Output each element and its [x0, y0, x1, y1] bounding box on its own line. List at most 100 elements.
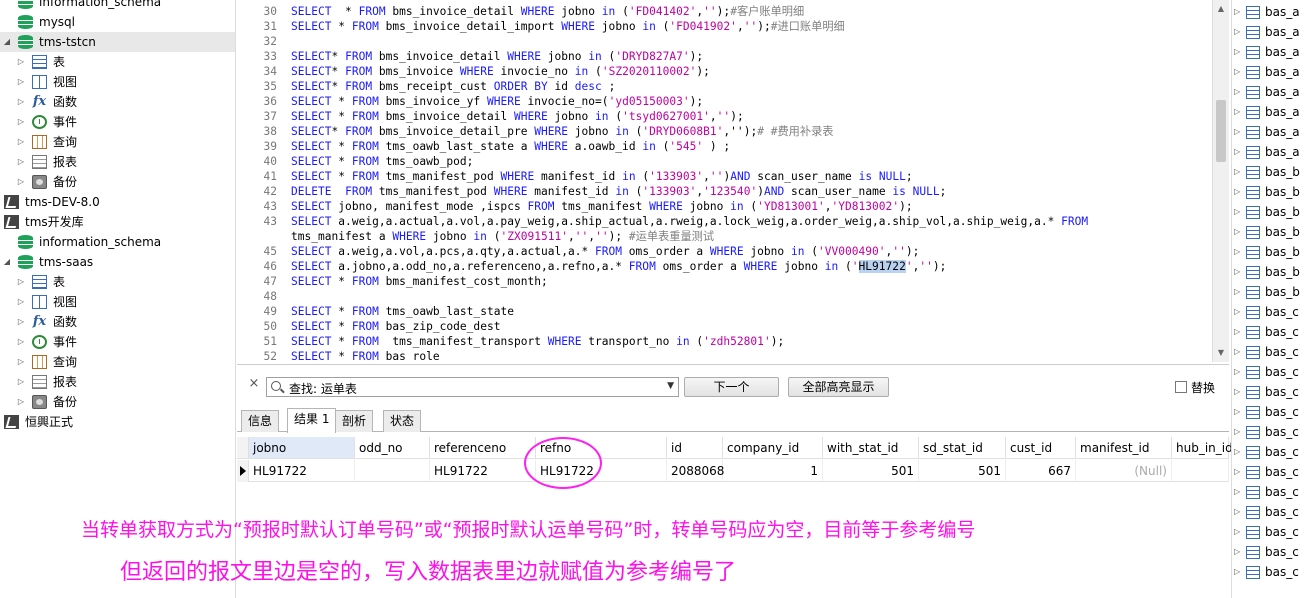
table-list-item[interactable]: ▷ bas_c	[1232, 462, 1305, 482]
table-list-item[interactable]: ▷ bas_a	[1232, 62, 1305, 82]
collapse-arrow-icon[interactable]: ▷	[16, 112, 26, 132]
grid-cell[interactable]: 2088068	[667, 460, 724, 482]
grid-cell[interactable]: 501	[919, 460, 1006, 482]
tree-item[interactable]: ◢ tms-saas	[0, 252, 235, 272]
collapse-arrow-icon[interactable]: ▷	[16, 312, 26, 332]
table-list-item[interactable]: ▷ bas_a	[1232, 122, 1305, 142]
table-list-item[interactable]: ▷ bas_c	[1232, 522, 1305, 542]
table-list-item[interactable]: ▷ bas_b	[1232, 262, 1305, 282]
collapse-arrow-icon[interactable]: ▷	[1234, 202, 1240, 222]
collapse-arrow-icon[interactable]: ▷	[16, 292, 26, 312]
collapse-arrow-icon[interactable]: ▷	[1234, 562, 1240, 582]
collapse-arrow-icon[interactable]: ▷	[1234, 242, 1240, 262]
column-header[interactable]: hub_in_id	[1172, 437, 1233, 459]
tree-item[interactable]: ▷ 备份	[0, 172, 235, 192]
code-line[interactable]: SELECT* FROM bms_receipt_cust ORDER BY i…	[291, 79, 615, 94]
tree-item[interactable]: ▷ fx 函数	[0, 92, 235, 112]
collapse-arrow-icon[interactable]: ▷	[1234, 162, 1240, 182]
tree-item[interactable]: ▷ 视图	[0, 72, 235, 92]
table-list-item[interactable]: ▷ bas_a	[1232, 22, 1305, 42]
collapse-arrow-icon[interactable]: ▷	[1234, 62, 1240, 82]
table-list-item[interactable]: ▷ bas_c	[1232, 442, 1305, 462]
table-list-item[interactable]: ▷ bas_c	[1232, 402, 1305, 422]
collapse-arrow-icon[interactable]: ▷	[16, 172, 26, 192]
table-list-item[interactable]: ▷ bas_c	[1232, 302, 1305, 322]
grid-cell[interactable]	[355, 460, 430, 482]
tree-item[interactable]: ▷ 报表	[0, 372, 235, 392]
collapse-arrow-icon[interactable]: ▷	[16, 332, 26, 352]
grid-cell[interactable]: HL91722	[430, 460, 536, 482]
scroll-down-icon[interactable]: ▼	[1216, 348, 1226, 358]
collapse-arrow-icon[interactable]: ▷	[1234, 282, 1240, 302]
code-line[interactable]: SELECT * FROM tms_oawb_pod;	[291, 154, 473, 169]
code-line[interactable]: SELECT * FROM bms_invoice_yf WHERE invoc…	[291, 94, 703, 109]
code-line[interactable]: SELECT a.jobno,a.odd_no,a.referenceno,a.…	[291, 259, 946, 274]
collapse-arrow-icon[interactable]: ▷	[16, 52, 26, 72]
tree-item[interactable]: ▷ fx 函数	[0, 312, 235, 332]
table-list-item[interactable]: ▷ bas_c	[1232, 542, 1305, 562]
column-header[interactable]: refno	[536, 437, 667, 459]
code-line[interactable]: DELETE FROM tms_manifest_pod WHERE manif…	[291, 184, 946, 199]
code-line[interactable]: SELECT * FROM tms_manifest_transport WHE…	[291, 334, 784, 349]
table-list-item[interactable]: ▷ bas_b	[1232, 242, 1305, 262]
collapse-arrow-icon[interactable]: ▷	[1234, 102, 1240, 122]
column-header[interactable]: sd_stat_id	[919, 437, 1006, 459]
tree-item[interactable]: ◢ tms-tstcn	[0, 32, 235, 52]
tree-item[interactable]: ▷ 备份	[0, 392, 235, 412]
tree-item[interactable]: ▷ 查询	[0, 352, 235, 372]
code-line[interactable]: SELECT jobno, manifest_mode ,ispcs FROM …	[291, 199, 913, 214]
table-list-item[interactable]: ▷ bas_a	[1232, 42, 1305, 62]
collapse-arrow-icon[interactable]: ▷	[1234, 342, 1240, 362]
tree-item[interactable]: tms开发库	[0, 212, 235, 232]
collapse-arrow-icon[interactable]: ▷	[16, 132, 26, 152]
code-line[interactable]: SELECT * FROM bms_manifest_cost_month;	[291, 274, 548, 289]
collapse-arrow-icon[interactable]: ▷	[16, 372, 26, 392]
code-line[interactable]: SELECT * FROM bms_invoice_detail WHERE j…	[291, 4, 804, 19]
table-list-item[interactable]: ▷ bas_c	[1232, 422, 1305, 442]
grid-cell[interactable]: 667	[1006, 460, 1076, 482]
code-area[interactable]: SELECT * FROM bms_invoice_detail WHERE j…	[291, 0, 1211, 362]
column-header[interactable]: manifest_id	[1076, 437, 1172, 459]
grid-cell[interactable]: 1	[723, 460, 823, 482]
column-header[interactable]: jobno	[249, 437, 355, 459]
replace-checkbox[interactable]	[1175, 381, 1187, 393]
scroll-up-icon[interactable]: ▲	[1216, 4, 1226, 14]
tree-item[interactable]: ▷ 事件	[0, 112, 235, 132]
tree-item[interactable]: information_schema	[0, 232, 235, 252]
tree-item[interactable]: 恒興正式	[0, 412, 235, 432]
expand-arrow-icon[interactable]: ◢	[2, 252, 12, 272]
tab-1[interactable]: 结果 1	[287, 408, 337, 433]
collapse-arrow-icon[interactable]: ▷	[1234, 442, 1240, 462]
column-header[interactable]: company_id	[723, 437, 823, 459]
grid-cell[interactable]: HL91722	[536, 460, 667, 482]
collapse-arrow-icon[interactable]: ▷	[1234, 362, 1240, 382]
table-list-item[interactable]: ▷ bas_c	[1232, 362, 1305, 382]
collapse-arrow-icon[interactable]: ▷	[16, 272, 26, 292]
table-list-item[interactable]: ▷ bas_a	[1232, 2, 1305, 22]
collapse-arrow-icon[interactable]: ▷	[1234, 422, 1240, 442]
column-header[interactable]: referenceno	[430, 437, 536, 459]
collapse-arrow-icon[interactable]: ▷	[1234, 402, 1240, 422]
collapse-arrow-icon[interactable]: ▷	[1234, 222, 1240, 242]
code-line[interactable]: SELECT * FROM tms_oawb_last_state	[291, 304, 514, 319]
tree-item[interactable]: mysql	[0, 12, 235, 32]
tree-item[interactable]: ▷ 表	[0, 52, 235, 72]
table-list-item[interactable]: ▷ bas_a	[1232, 142, 1305, 162]
collapse-arrow-icon[interactable]: ▷	[1234, 522, 1240, 542]
table-list-item[interactable]: ▷ bas_b	[1232, 182, 1305, 202]
code-line[interactable]: SELECT a.weig,a.actual,a.vol,a.pay_weig,…	[291, 214, 1088, 229]
collapse-arrow-icon[interactable]: ▷	[1234, 322, 1240, 342]
table-list-item[interactable]: ▷ bas_b	[1232, 162, 1305, 182]
code-line[interactable]: SELECT * FROM bms_invoice_detail WHERE j…	[291, 109, 744, 124]
tree-item[interactable]: tms-DEV-8.0	[0, 192, 235, 212]
grid-cell[interactable]	[1172, 460, 1229, 482]
collapse-arrow-icon[interactable]: ▷	[1234, 182, 1240, 202]
grid-cell[interactable]: HL91722	[249, 460, 355, 482]
collapse-arrow-icon[interactable]: ▷	[1234, 42, 1240, 62]
table-list-item[interactable]: ▷ bas_b	[1232, 282, 1305, 302]
grid-cell[interactable]: (Null)	[1076, 460, 1172, 482]
column-header[interactable]: id	[667, 437, 723, 459]
sql-editor[interactable]: 30 31 32 33 34 35 36 37 38 39 40 41 42 43 43 45 46 47 48 49…	[237, 0, 1229, 362]
table-list-item[interactable]: ▷ bas_a	[1232, 82, 1305, 102]
table-list-item[interactable]: ▷ bas_c	[1232, 482, 1305, 502]
